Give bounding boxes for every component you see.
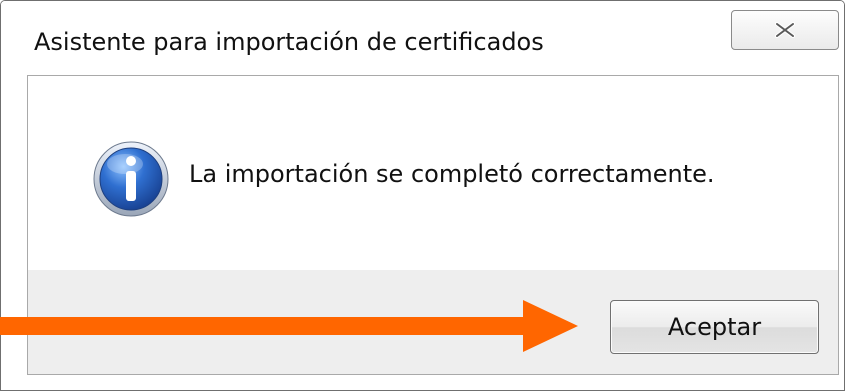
message-area: La importación se completó correctamente…: [28, 76, 838, 270]
information-icon: [93, 141, 169, 217]
status-message: La importación se completó correctamente…: [189, 160, 715, 188]
accept-button[interactable]: Aceptar: [610, 300, 819, 354]
window-title: Asistente para importación de certificad…: [34, 28, 544, 56]
close-button[interactable]: [731, 10, 839, 50]
title-bar[interactable]: Asistente para importación de certificad…: [1, 1, 844, 73]
close-icon: [775, 22, 795, 38]
orange-arrow-annotation: [0, 300, 578, 352]
